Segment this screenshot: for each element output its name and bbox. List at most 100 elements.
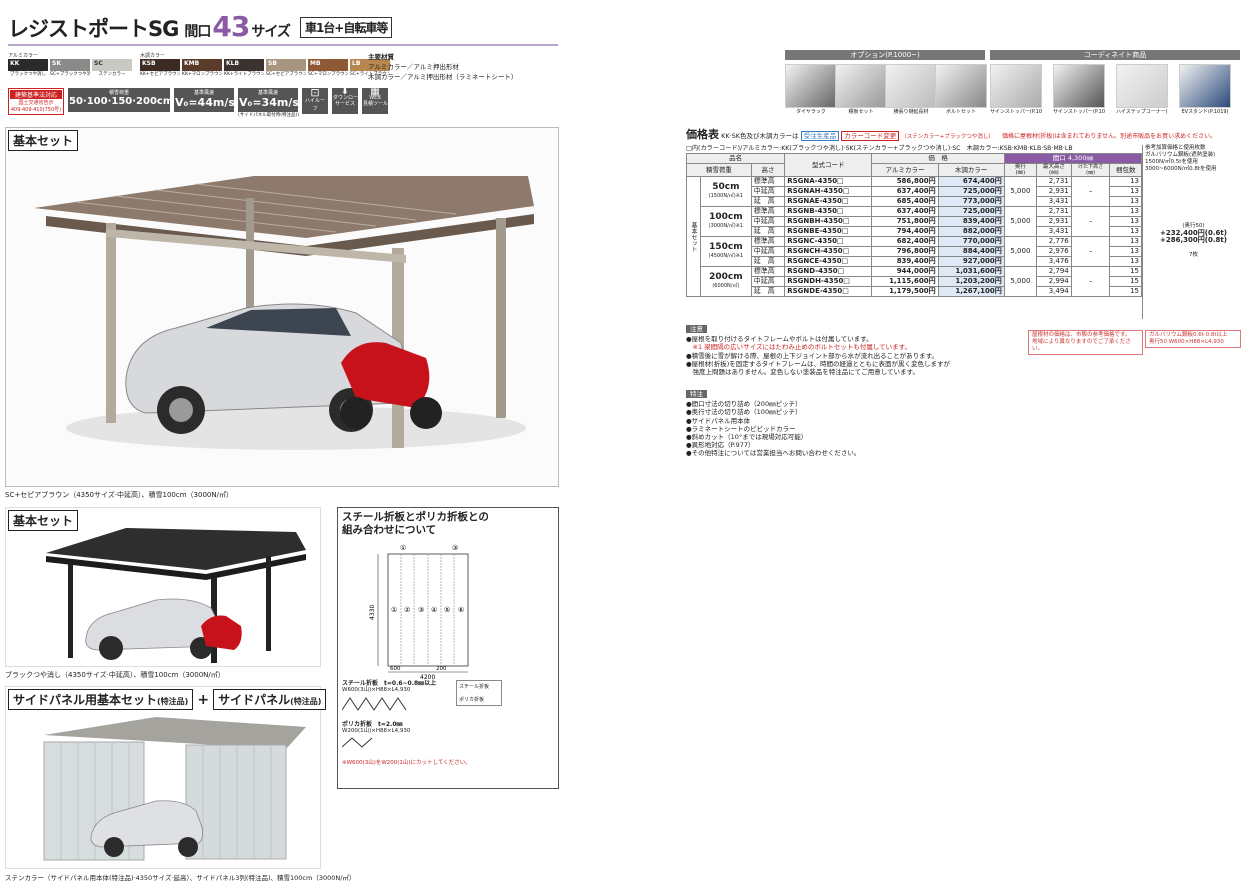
- alu-price: 637,400円: [871, 206, 939, 217]
- legend-poly: ポリカ折板: [459, 697, 485, 703]
- max-height: 3,431: [1036, 226, 1072, 237]
- maguchi-label: 間口: [184, 24, 211, 40]
- building-code-head: 建築基準法対応: [10, 90, 62, 99]
- depth-cell: 5,000: [1003, 176, 1038, 207]
- height-cell: 延 高: [750, 196, 786, 207]
- wind-sub: (サイドパネル取付時(特注品)): [238, 113, 300, 118]
- alu-price: 839,400円: [871, 256, 939, 267]
- package-count: 13: [1109, 176, 1142, 187]
- reference-price: 参考加算価格と使用枚数 ガルバリウム鋼板(遮熱塗装) 1500N/㎡0.5tを使…: [1142, 145, 1242, 319]
- model-code: RSGNBH-4350□: [784, 216, 873, 227]
- model-code: RSGNB-4350□: [784, 206, 873, 217]
- model-code: RSGNDH-4350□: [784, 276, 873, 287]
- col-depth: 奥行 (㎜): [1003, 163, 1038, 177]
- wood-color-label: 木調カラー: [140, 53, 166, 59]
- feature-icons: 建築基準法対応 国土交通省告示 409·409·410(750号) 積雪荷重 5…: [8, 87, 389, 118]
- panel-number: ④: [431, 606, 437, 614]
- price-table: 品名 型式コード 価 格 間口 4,300㎜ 積雪荷重 高さ アルミカラー 木調…: [685, 153, 1143, 297]
- package-count: 13: [1109, 236, 1142, 247]
- price-table-wrap: 品名 型式コード 価 格 間口 4,300㎜ 積雪荷重 高さ アルミカラー 木調…: [685, 153, 1143, 319]
- snow-values: 50·100·150·200cm: [69, 96, 174, 107]
- option-item: EVスタンド(P.1019): [1179, 64, 1231, 115]
- alu-price: 586,800円: [871, 176, 939, 187]
- special-line: ●サイドパネル用本体: [686, 416, 751, 425]
- col-load: 積雪荷重: [686, 163, 752, 177]
- option-image: [785, 64, 837, 108]
- diagram-top-label: ①: [400, 544, 406, 552]
- swatch-code: SK: [50, 59, 90, 71]
- wood-price: 1,267,100円: [937, 286, 1005, 297]
- option-caption: EVスタンド(P.1019): [1181, 109, 1229, 115]
- steel-spec: スチール折板 t=0.6~0.8㎜以上: [342, 680, 437, 687]
- col-height: 高さ: [750, 163, 786, 177]
- option-image: [1179, 64, 1231, 108]
- package-count: 13: [1109, 246, 1142, 257]
- download-icon: ⬇ ダウンロード サービス: [332, 87, 364, 114]
- package-count: 13: [1109, 256, 1142, 267]
- max-height: 3,431: [1036, 196, 1072, 207]
- height-cell: 中延高: [750, 186, 786, 197]
- table-row: 150cm (4500N/㎡)※1 標準高 RSGNC-4350□ 682,400円 77…: [687, 236, 1142, 267]
- color-swatches: アルミカラー KKブラックつや消しSKSC+ブラックつや消しSCステンカラー 木…: [8, 52, 390, 77]
- galvalume-line: 奥行50 W600×H88×L4,930: [1149, 339, 1224, 345]
- diagram-legend: スチール折板 ポリカ折板: [456, 680, 502, 706]
- wood-price: 773,000円: [937, 196, 1005, 207]
- package-count: 13: [1109, 226, 1142, 237]
- swatch-name: ブラックつや消し: [10, 72, 46, 77]
- galvalume-line: ガルバリウム鋼板0.6t·0.8t以上: [1149, 332, 1228, 338]
- poly-profile-icon: [341, 737, 373, 748]
- height-cell: 中延高: [750, 216, 786, 227]
- panel-number: ⑥: [458, 606, 464, 614]
- model-code: RSGNAE-4350□: [784, 196, 873, 207]
- web-estimate-label: WEB 見積ツール: [363, 95, 389, 107]
- max-height: 3,494: [1036, 286, 1072, 297]
- option-image: [885, 64, 937, 108]
- table-row: 200cm (6000N/㎡) 標準高 RSGND-4350□ 944,000円 1,03…: [687, 266, 1142, 297]
- side-panel-label: サイドパネル: [218, 693, 291, 707]
- col-alu: アルミカラー: [871, 163, 939, 177]
- special-tag: 特注: [686, 390, 707, 399]
- dim-200: 200: [436, 666, 447, 672]
- size-label: サイズ: [251, 24, 291, 40]
- package-count: 15: [1109, 266, 1142, 277]
- max-height: 2,931: [1036, 186, 1072, 197]
- gap-cell: –: [1070, 266, 1111, 297]
- color-code-note: （ステンカラー+ブラックつや消し）: [901, 134, 994, 140]
- roof-combination-diagram: スチール折板とポリカ折板との 組み合わせについて ① ③ ①②③④⑤⑥ 4330…: [337, 507, 559, 789]
- wood-price: 1,031,600円: [937, 266, 1005, 277]
- col-maguchi: 間口 4,300㎜: [1003, 153, 1143, 164]
- wind-head: 基準風速: [257, 90, 278, 96]
- made-to-order-tag: 受注生産品: [800, 131, 840, 141]
- wood-price: 725,000円: [937, 206, 1005, 217]
- roof-excluded-note: 価格に屋根材(折板)は含まれておりません。別途市販品をお買い求めください。: [1002, 133, 1217, 140]
- dim-600: 600: [390, 666, 401, 672]
- option-item: 積板セット: [835, 64, 887, 115]
- wind-value: V₀=44m/s: [175, 96, 235, 109]
- snow-head: 積雪荷重: [108, 90, 129, 96]
- snow-load-cell: 50cm (1500N/㎡)※1: [700, 176, 752, 207]
- swatch-code: KLB: [224, 59, 264, 71]
- download-label: ダウンロード サービス: [333, 95, 364, 107]
- option-image: [1116, 64, 1168, 108]
- depth-cell: 5,000: [1003, 236, 1038, 267]
- swatch-code: KK: [8, 59, 48, 71]
- swatch-name: SC+ブラックつや消し: [50, 72, 90, 77]
- height-cell: 中延高: [750, 276, 786, 287]
- alu-price: 1,179,500円: [871, 286, 939, 297]
- panel-number: ②: [404, 606, 410, 614]
- option-caption: ハイステップコーナー(P.1018): [1116, 109, 1168, 115]
- option-image: [1053, 64, 1105, 108]
- swatch-name: KK+ライトブラウン: [224, 72, 264, 77]
- special-line: ●奥行寸法の切り詰め（100㎜ピッチ）: [686, 408, 802, 417]
- depth-cell: 5,000: [1003, 266, 1038, 297]
- side-panel-photo: サイドパネル用基本セット(特注品) + サイドパネル(特注品): [5, 686, 327, 869]
- height-cell: 延 高: [750, 226, 786, 237]
- caution-notes: 注意 ●屋根を取り付けるタイトフレームやボルトは付属しています。 ※1 梁間隔の…: [686, 325, 1026, 376]
- high-roof-label: ハイルーフ: [305, 98, 325, 112]
- options-header: オプション(P.1000~): [785, 50, 985, 60]
- roof-price-line: 屋根材の価格は、市販の参考価格です。: [1032, 332, 1131, 338]
- wood-price: 927,000円: [937, 256, 1005, 267]
- option-item: サインストッパー(P.1018): [1053, 64, 1105, 115]
- col-name: 品名: [685, 153, 786, 164]
- model-code: RSGNCH-4350□: [784, 246, 873, 257]
